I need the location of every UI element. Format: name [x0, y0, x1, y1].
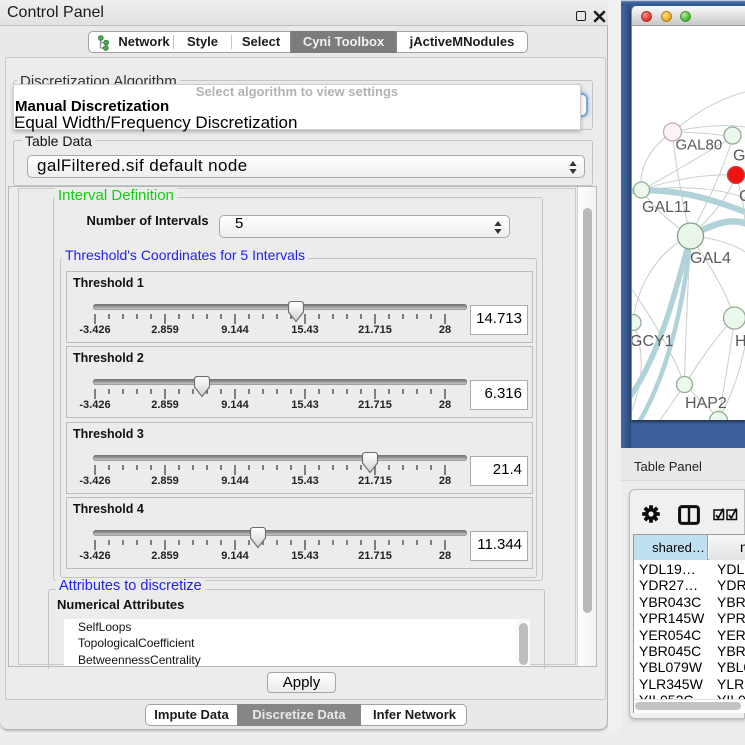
svg-text:HAP2: HAP2 [685, 395, 727, 412]
svg-text:GAL4: GAL4 [690, 250, 731, 267]
svg-text:GCY1: GCY1 [632, 333, 674, 350]
svg-text:GAL80: GAL80 [676, 137, 723, 154]
svg-text:GAL11: GAL11 [642, 199, 691, 216]
svg-text:CD: CD [739, 188, 745, 205]
svg-text:GA: GA [733, 148, 745, 165]
svg-text:HI: HI [735, 333, 745, 350]
